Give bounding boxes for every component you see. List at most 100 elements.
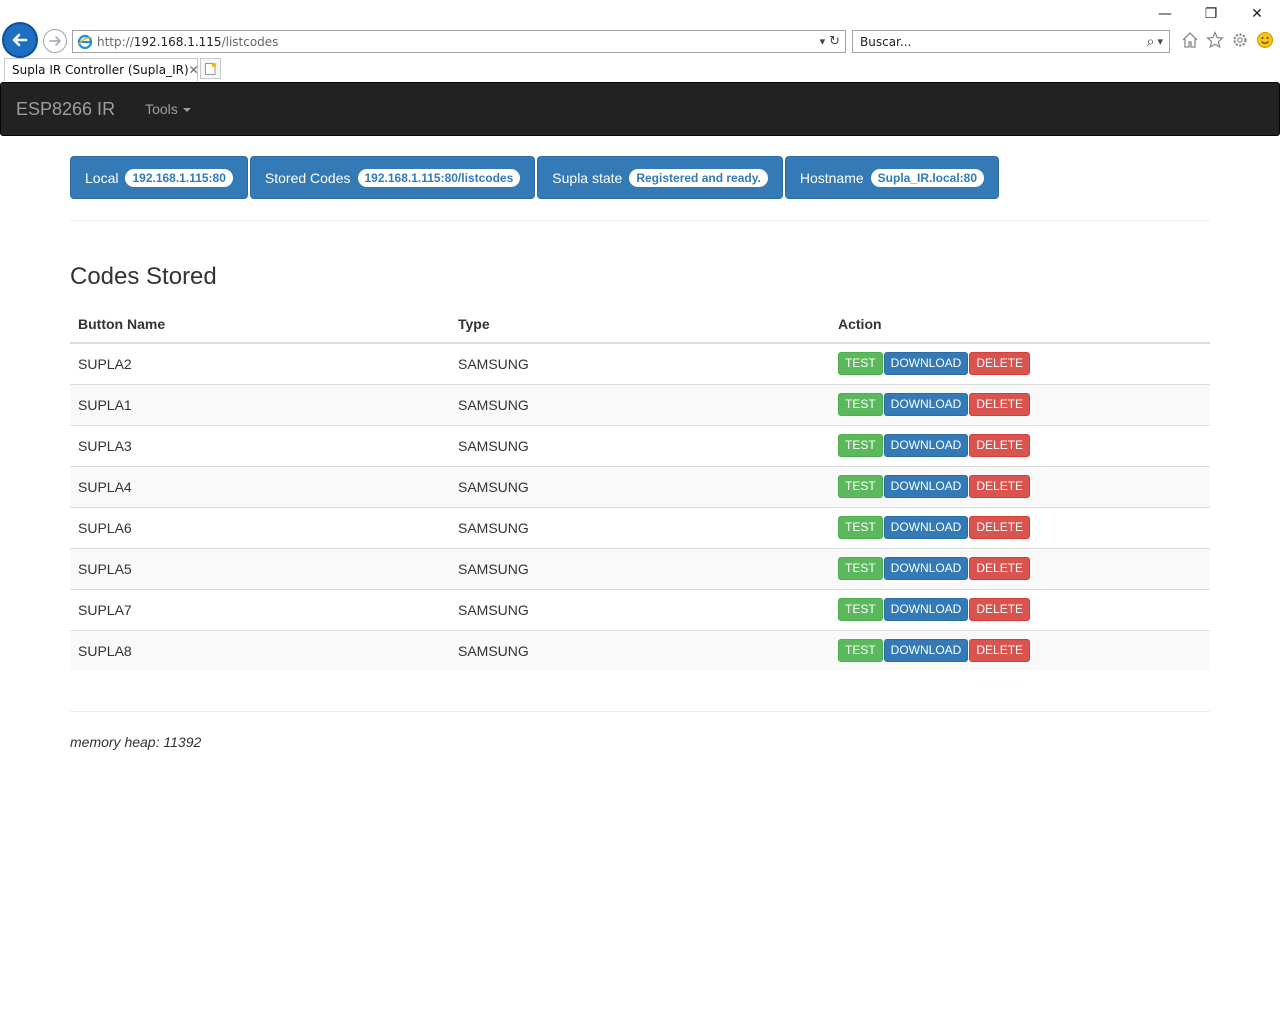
action-cell: TEST DOWNLOAD DELETE	[830, 424, 1210, 466]
refresh-icon[interactable]: ↻	[829, 34, 840, 49]
status-label: Local	[85, 169, 119, 186]
status-label: Hostname	[799, 169, 864, 186]
window-controls: — ❐ ✕	[1142, 0, 1280, 28]
smiley-icon[interactable]	[1255, 30, 1275, 50]
address-dropdown-icon[interactable]: ▾	[820, 35, 826, 48]
test-button[interactable]: TEST	[838, 639, 883, 663]
browser-tab[interactable]: Supla IR Controller (Supla_IR) ✕	[4, 58, 199, 81]
search-dropdown-icon[interactable]: ▾	[1157, 35, 1163, 48]
search-bar[interactable]: Buscar... ⌕ ▾	[852, 30, 1170, 53]
divider	[70, 220, 1210, 221]
download-button[interactable]: DOWNLOAD	[883, 393, 969, 416]
table-row: SUPLA3 SAMSUNG TEST DOWNLOAD DELETE	[70, 424, 1210, 466]
test-button[interactable]: TEST	[838, 475, 883, 498]
action-cell: TEST DOWNLOAD DELETE	[830, 342, 1210, 384]
download-button[interactable]: DOWNLOAD	[883, 475, 969, 498]
delete-button[interactable]: DELETE	[969, 557, 1031, 580]
download-button[interactable]: DOWNLOAD	[883, 352, 969, 376]
delete-button[interactable]: DELETE	[969, 434, 1031, 457]
search-input[interactable]: Buscar...	[860, 35, 911, 49]
action-cell: TEST DOWNLOAD DELETE	[830, 588, 1210, 630]
page-title: Codes Stored	[70, 263, 217, 290]
table-header-row: Button Name Type Action	[70, 305, 1210, 344]
test-button[interactable]: TEST	[838, 352, 883, 376]
address-bar[interactable]: http://192.168.1.115/listcodes ▾ ↻	[72, 30, 846, 53]
action-cell: TEST DOWNLOAD DELETE	[830, 629, 1210, 671]
home-icon[interactable]	[1180, 30, 1200, 50]
table-row: SUPLA8 SAMSUNG TEST DOWNLOAD DELETE	[70, 629, 1210, 671]
minimize-button[interactable]: —	[1142, 0, 1188, 28]
button-name-cell: SUPLA6	[70, 506, 450, 548]
type-cell: SAMSUNG	[450, 547, 830, 589]
status-label: Stored Codes	[264, 169, 351, 186]
status-button-supla-state[interactable]: Supla state Registered and ready.	[537, 156, 783, 199]
test-button[interactable]: TEST	[838, 516, 883, 539]
download-button[interactable]: DOWNLOAD	[883, 434, 969, 457]
status-badge: Supla_IR.local:80	[870, 168, 985, 187]
delete-button[interactable]: DELETE	[969, 475, 1031, 498]
button-name-cell: SUPLA3	[70, 424, 450, 466]
test-button[interactable]: TEST	[838, 434, 883, 457]
delete-button[interactable]: DELETE	[969, 393, 1031, 416]
restore-button[interactable]: ❐	[1188, 0, 1234, 28]
close-window-button[interactable]: ✕	[1234, 0, 1280, 28]
button-name-cell: SUPLA4	[70, 465, 450, 507]
test-button[interactable]: TEST	[838, 598, 883, 621]
delete-button[interactable]: DELETE	[969, 516, 1031, 539]
tab-title: Supla IR Controller (Supla_IR)	[12, 63, 189, 77]
delete-button[interactable]: DELETE	[969, 639, 1031, 663]
button-name-cell: SUPLA7	[70, 588, 450, 630]
new-tab-icon	[205, 62, 217, 75]
type-cell: SAMSUNG	[450, 588, 830, 630]
download-button[interactable]: DOWNLOAD	[883, 557, 969, 580]
navbar-brand[interactable]: ESP8266 IR	[16, 99, 115, 120]
caret-down-icon	[182, 108, 191, 112]
button-name-cell: SUPLA2	[70, 342, 450, 384]
tools-dropdown[interactable]: Tools	[145, 101, 191, 117]
download-button[interactable]: DOWNLOAD	[883, 598, 969, 621]
action-cell: TEST DOWNLOAD DELETE	[830, 383, 1210, 425]
type-cell: SAMSUNG	[450, 629, 830, 671]
url-text: http://192.168.1.115/listcodes	[97, 34, 279, 49]
search-tools: ⌕ ▾	[1147, 34, 1169, 50]
status-row: Local 192.168.1.115:80 Stored Codes 192.168…	[70, 156, 1210, 199]
arrow-left-icon	[12, 33, 28, 47]
button-name-cell: SUPLA5	[70, 547, 450, 589]
search-icon[interactable]: ⌕	[1147, 34, 1155, 50]
test-button[interactable]: TEST	[838, 557, 883, 580]
status-badge: 192.168.1.115:80	[125, 168, 233, 187]
table-row: SUPLA5 SAMSUNG TEST DOWNLOAD DELETE	[70, 547, 1210, 589]
status-button-local[interactable]: Local 192.168.1.115:80	[70, 156, 248, 199]
type-cell: SAMSUNG	[450, 383, 830, 425]
forward-button[interactable]	[43, 29, 67, 53]
delete-button[interactable]: DELETE	[969, 352, 1031, 376]
status-button-hostname[interactable]: Hostname Supla_IR.local:80	[784, 156, 1000, 199]
type-cell: SAMSUNG	[450, 465, 830, 507]
navbar: ESP8266 IR Tools	[0, 82, 1280, 136]
header-type: Type	[450, 305, 830, 344]
download-button[interactable]: DOWNLOAD	[883, 639, 969, 663]
type-cell: SAMSUNG	[450, 506, 830, 548]
type-cell: SAMSUNG	[450, 342, 830, 384]
ie-page-icon	[77, 34, 93, 49]
action-cell: TEST DOWNLOAD DELETE	[830, 547, 1210, 589]
star-icon[interactable]	[1205, 30, 1225, 50]
delete-button[interactable]: DELETE	[969, 598, 1031, 621]
status-button-stored-codes[interactable]: Stored Codes 192.168.1.115:80/listcodes	[249, 156, 536, 199]
button-name-cell: SUPLA8	[70, 629, 450, 671]
gear-icon[interactable]	[1230, 30, 1250, 50]
test-button[interactable]: TEST	[838, 393, 883, 416]
divider	[70, 711, 1210, 712]
table-row: SUPLA2 SAMSUNG TEST DOWNLOAD DELETE	[70, 342, 1210, 384]
codes-table-body: SUPLA2 SAMSUNG TEST DOWNLOAD DELETE SUPLA1 SAM…	[70, 342, 1210, 671]
arrow-right-icon	[49, 36, 61, 46]
tab-close-icon[interactable]: ✕	[189, 63, 199, 77]
header-action: Action	[830, 305, 1210, 344]
back-button[interactable]	[2, 22, 38, 58]
status-badge: 192.168.1.115:80/listcodes	[357, 168, 521, 187]
codes-table: Button Name Type Action SUPLA2 SAMSUNG TES…	[70, 305, 1210, 671]
new-tab-button[interactable]	[200, 58, 221, 79]
memory-heap-text: memory heap: 11392	[70, 734, 202, 750]
download-button[interactable]: DOWNLOAD	[883, 516, 969, 539]
action-cell: TEST DOWNLOAD DELETE	[830, 465, 1210, 507]
